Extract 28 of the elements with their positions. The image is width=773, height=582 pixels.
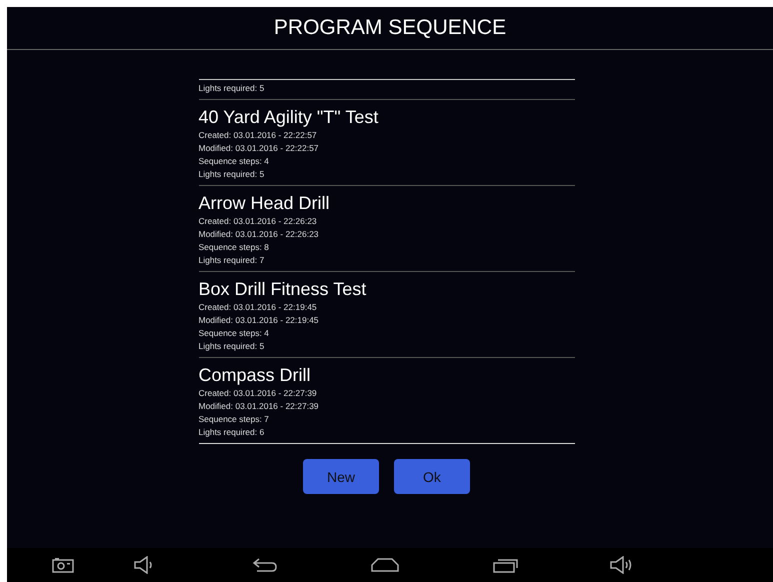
home-icon[interactable]: [371, 558, 399, 572]
program-detail: Sequence steps: 8: [198, 241, 270, 254]
program-detail: Created: 03.01.2016 - 22:22:57: [198, 129, 318, 142]
program-detail: Modified: 03.01.2016 - 22:27:39: [198, 400, 320, 413]
recent-apps-icon[interactable]: [493, 557, 519, 573]
new-button[interactable]: New: [303, 459, 379, 494]
ok-button[interactable]: Ok: [394, 459, 470, 494]
program-detail: Sequence steps: 7: [198, 413, 270, 426]
program-detail: Modified: 03.01.2016 - 22:26:23: [198, 228, 320, 241]
back-icon[interactable]: [252, 557, 278, 573]
program-name: 40 Yard Agility "T" Test: [198, 106, 380, 129]
program-detail: Lights required: 7: [198, 254, 266, 267]
program-name: Arrow Head Drill: [198, 192, 331, 215]
window-title: PROGRAM SEQUENCE: [274, 16, 506, 40]
program-detail: Modified: 03.01.2016 - 22:22:57: [198, 142, 320, 155]
camera-icon[interactable]: [52, 557, 74, 573]
program-detail: Sequence steps: 4: [198, 327, 270, 340]
program-detail: Modified: 03.01.2016 - 22:19:45: [198, 314, 320, 327]
program-detail: Created: 03.01.2016 - 22:27:39: [198, 387, 318, 400]
program-detail: Created: 03.01.2016 - 22:19:45: [198, 301, 318, 314]
program-detail: Lights required: 5: [198, 168, 266, 181]
program-name: Compass Drill: [198, 364, 312, 387]
program-detail: Lights required: 5: [198, 82, 266, 95]
program-name: Box Drill Fitness Test: [198, 278, 368, 301]
program-detail: Lights required: 5: [198, 340, 266, 353]
program-detail: Created: 03.01.2016 - 22:26:23: [198, 215, 318, 228]
program-detail: Lights required: 6: [198, 426, 266, 439]
program-detail: Sequence steps: 4: [198, 155, 270, 168]
